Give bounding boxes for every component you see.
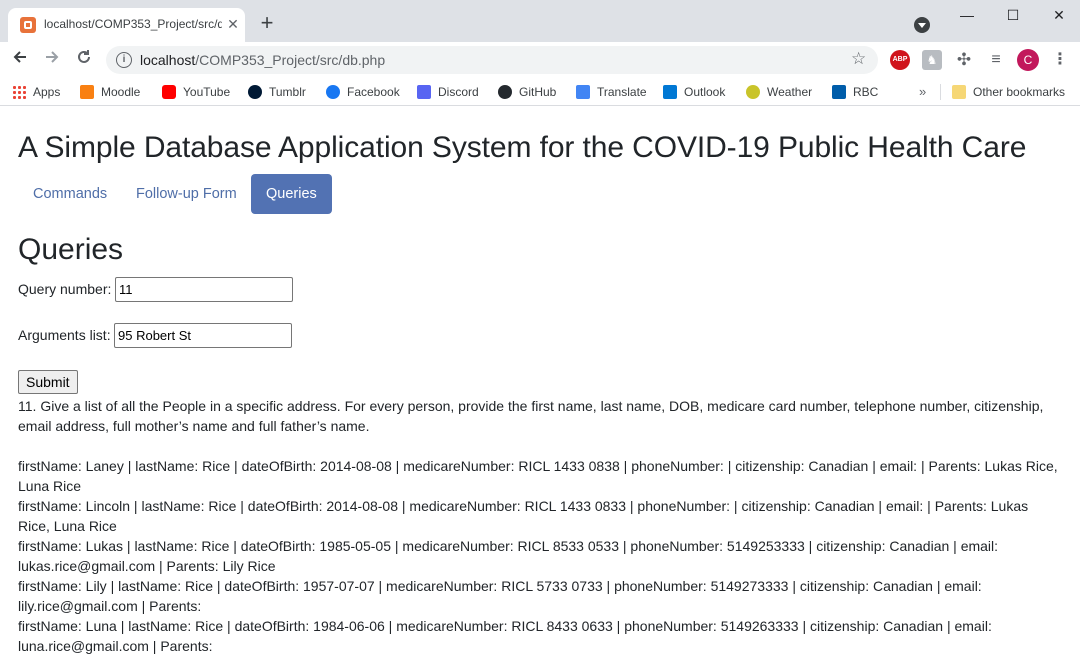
browser-tab-strip: localhost/COMP353_Project/src/db.php ✕ +… (0, 0, 1080, 42)
query-description: 11. Give a list of all the People in a s… (18, 398, 1044, 434)
outlook-icon (663, 85, 677, 99)
close-icon[interactable]: ✕ (224, 15, 242, 33)
bookmark-github[interactable]: GitHub (498, 83, 556, 101)
web-page: A Simple Database Application System for… (0, 106, 1080, 671)
bookmark-label: GitHub (519, 85, 557, 99)
page-title: A Simple Database Application System for… (18, 131, 1027, 164)
bookmark-moodle[interactable]: Moodle (80, 83, 140, 101)
bookmark-label: Facebook (347, 85, 400, 99)
info-icon[interactable]: i (116, 52, 132, 68)
bookmark-label: YouTube (183, 85, 231, 99)
query-results: 11. Give a list of all the People in a s… (18, 396, 1058, 656)
apps-grid-icon (12, 85, 26, 99)
url-host: localhost (140, 52, 196, 68)
result-row: firstName: Luna | lastName: Rice | dateO… (18, 618, 992, 654)
bookmark-youtube[interactable]: YouTube (162, 83, 230, 101)
bookmark-weather[interactable]: Weather (746, 83, 812, 101)
window-close-icon[interactable]: ✕ (1044, 4, 1074, 26)
tab-follow-up-form[interactable]: Follow-up Form (121, 174, 252, 214)
youtube-icon (162, 85, 176, 99)
kebab-menu-icon[interactable]: ⋮ (1050, 48, 1070, 72)
reload-icon[interactable] (72, 48, 96, 72)
other-bookmarks-label: Other bookmarks (973, 85, 1066, 99)
url-path: /COMP353_Project/src/db.php (195, 52, 386, 68)
query-number-label: Query number: (18, 281, 112, 297)
new-tab-plus-icon[interactable]: + (256, 12, 278, 34)
puzzle-icon[interactable]: ✣ (954, 50, 974, 70)
bookmarks-overflow-icon[interactable]: » (919, 83, 926, 101)
browser-tab[interactable]: localhost/COMP353_Project/src/db.php ✕ (8, 8, 245, 42)
address-bar[interactable]: i localhost/COMP353_Project/src/db.php ☆ (106, 46, 878, 74)
bookmark-label: Moodle (101, 85, 141, 99)
bookmarks-bar: Apps Moodle YouTube Tumblr Facebook Disc… (0, 78, 1080, 106)
bookmark-label: Translate (597, 85, 647, 99)
minimize-icon[interactable]: — (952, 4, 982, 26)
other-bookmarks[interactable]: Other bookmarks (952, 83, 1065, 101)
query-number-row: Query number: (18, 277, 293, 302)
result-row: firstName: Lukas | lastName: Rice | date… (18, 538, 999, 574)
weather-icon (746, 85, 760, 99)
bookmark-rbc[interactable]: RBC (832, 83, 878, 101)
browser-toolbar: i localhost/COMP353_Project/src/db.php ☆… (0, 42, 1080, 78)
folder-icon (952, 85, 966, 99)
translate-icon (576, 85, 590, 99)
media-queue-icon[interactable]: ≡ (986, 50, 1006, 70)
bookmark-label: RBC (853, 85, 879, 99)
facebook-icon (326, 85, 340, 99)
tab-title: localhost/COMP353_Project/src/db.php (44, 17, 222, 31)
xampp-favicon-icon (20, 17, 36, 33)
submit-button[interactable]: Submit (18, 370, 78, 394)
adblock-plus-icon[interactable]: ABP (890, 50, 910, 70)
result-row: firstName: Laney | lastName: Rice | date… (18, 458, 1058, 494)
result-row: firstName: Lincoln | lastName: Rice | da… (18, 498, 1029, 534)
rbc-icon (832, 85, 846, 99)
result-row: firstName: Lily | lastName: Rice | dateO… (18, 578, 982, 614)
tab-search-dropdown-icon[interactable] (914, 17, 930, 33)
bookmark-label: Outlook (684, 85, 726, 99)
bookmarks-divider (940, 84, 941, 100)
avatar[interactable]: C (1017, 49, 1039, 71)
bookmark-label: Apps (33, 85, 61, 99)
tab-commands[interactable]: Commands (18, 174, 122, 214)
arguments-list-label: Arguments list: (18, 327, 111, 343)
bookmark-label: Discord (438, 85, 479, 99)
arrow-left-icon[interactable] (8, 48, 32, 72)
discord-icon (417, 85, 431, 99)
maximize-icon[interactable]: ☐ (998, 4, 1028, 26)
section-title: Queries (18, 233, 124, 266)
bookmark-outlook[interactable]: Outlook (663, 83, 725, 101)
tab-queries[interactable]: Queries (251, 174, 332, 214)
arrow-right-icon[interactable] (40, 48, 64, 72)
github-icon (498, 85, 512, 99)
arguments-list-row: Arguments list: (18, 323, 292, 348)
extension-icon[interactable]: ♞ (922, 50, 942, 70)
star-icon[interactable]: ☆ (851, 49, 866, 69)
query-number-input[interactable] (115, 277, 293, 302)
bookmark-apps[interactable]: Apps (12, 83, 60, 101)
url-text[interactable]: localhost/COMP353_Project/src/db.php (140, 52, 385, 68)
bookmark-discord[interactable]: Discord (417, 83, 479, 101)
bookmark-label: Weather (767, 85, 813, 99)
bookmark-label: Tumblr (269, 85, 306, 99)
tumblr-icon (248, 85, 262, 99)
bookmark-facebook[interactable]: Facebook (326, 83, 400, 101)
bookmark-tumblr[interactable]: Tumblr (248, 83, 306, 101)
arguments-list-input[interactable] (114, 323, 292, 348)
moodle-icon (80, 85, 94, 99)
bookmark-translate[interactable]: Translate (576, 83, 647, 101)
